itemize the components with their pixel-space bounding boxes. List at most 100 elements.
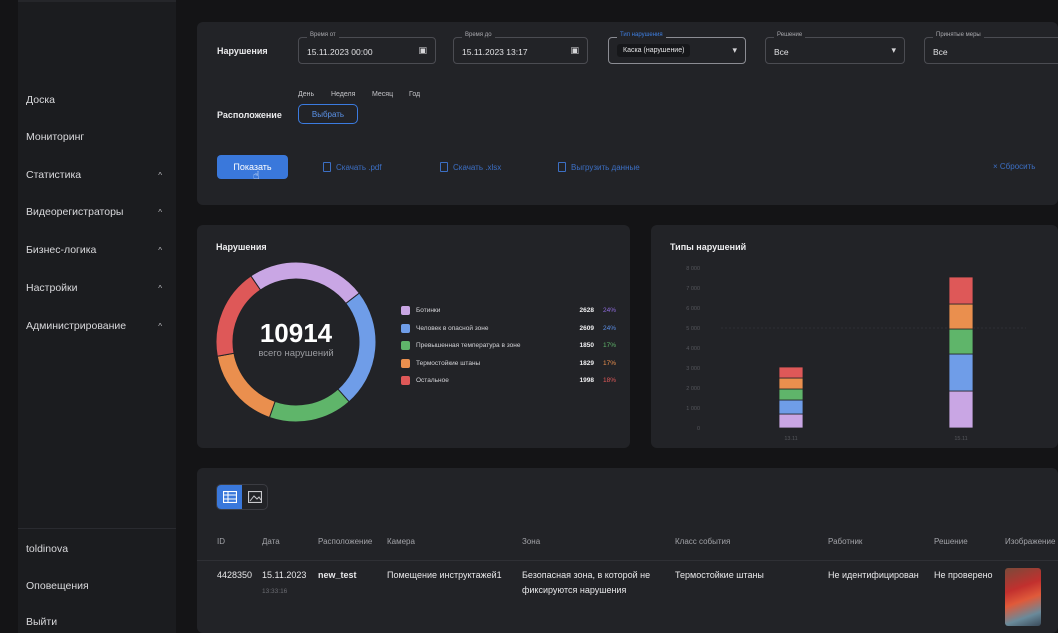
sidebar: Доска Мониторинг Статистика ^ Видеорегис… (18, 0, 176, 633)
bar-segment[interactable] (778, 413, 804, 429)
chevron-up-icon: ^ (158, 321, 162, 331)
decision-legend: Решение (774, 32, 806, 38)
sidebar-item-video-recorders[interactable]: Видеорегистраторы ^ (26, 202, 170, 222)
violations-card-title: Нарушения (216, 242, 267, 252)
cell-zone: Безопасная зона, в которой не фиксируютс… (522, 570, 651, 595)
column-header-date[interactable]: Дата (262, 537, 280, 546)
sidebar-item-monitoring[interactable]: Мониторинг (26, 127, 170, 147)
donut-slice[interactable] (216, 352, 276, 419)
legend-item: Человек в опасной зоне 2609 24% (401, 322, 616, 334)
y-tick-label: 1 000 (686, 406, 700, 412)
events-table-card: ID Дата Расположение Камера Зона Класс с… (197, 468, 1058, 633)
sidebar-item-administration[interactable]: Администрирование ^ (26, 316, 170, 336)
column-header-camera[interactable]: Камера (387, 537, 415, 546)
bar-segment[interactable] (778, 377, 804, 390)
column-header-zone[interactable]: Зона (522, 537, 540, 546)
y-tick-label: 6 000 (686, 306, 700, 312)
chevron-up-icon: ^ (158, 170, 162, 180)
time-to-value: 15.11.2023 13:17 (462, 47, 528, 57)
legend-percent: 18% (602, 376, 616, 384)
gallery-view-button[interactable] (242, 485, 267, 509)
download-xlsx-button[interactable]: Скачать .xlsx (440, 162, 501, 172)
violations-summary-card: Нарушения 10914 всего нарушений Ботинки … (197, 225, 630, 448)
sidebar-item-logout[interactable]: Выйти (26, 612, 170, 632)
decision-select[interactable]: Решение Все ▾ (765, 32, 905, 64)
table-view-button[interactable] (217, 485, 242, 509)
bar-segment[interactable] (778, 366, 804, 379)
bar-segment[interactable] (948, 328, 974, 355)
legend-count: 1850 (579, 341, 594, 349)
x-tick-label: 15.11 (954, 436, 967, 442)
sidebar-item-business-logic[interactable]: Бизнес-логика ^ (26, 240, 170, 260)
quick-range-year[interactable]: Год (409, 91, 420, 98)
bar-segment[interactable] (948, 303, 974, 330)
time-to-field[interactable]: Время до 15.11.2023 13:17 ▣ (453, 32, 588, 64)
image-icon (247, 491, 262, 503)
column-header-id[interactable]: ID (217, 537, 225, 546)
cell-decision: Не проверено (934, 570, 993, 580)
sidebar-item-label: Оповещения (26, 580, 89, 592)
column-header-event-class[interactable]: Класс события (675, 537, 730, 546)
quick-range-month[interactable]: Месяц (372, 91, 393, 98)
bar-segment[interactable] (948, 353, 974, 392)
violation-type-chip[interactable]: Каска (нарушение) (617, 44, 691, 57)
filters-panel: Нарушения Время от 15.11.2023 00:00 ▣ Вр… (197, 22, 1058, 205)
cell-location: new_test (318, 570, 357, 580)
cell-event-class: Термостойкие штаны (675, 570, 764, 580)
column-header-decision[interactable]: Решение (934, 537, 968, 546)
export-data-button[interactable]: Выгрузить данные (558, 162, 640, 172)
calendar-icon[interactable]: ▣ (570, 45, 579, 56)
user-name: toldinova (26, 543, 69, 555)
legend-swatch (401, 340, 410, 350)
sidebar-top-border (18, 0, 176, 2)
legend-swatch (401, 305, 410, 315)
y-tick-label: 4 000 (686, 346, 700, 352)
document-icon (323, 162, 331, 172)
sidebar-item-board[interactable]: Доска (26, 90, 170, 110)
legend-item: Термостойкие штаны 1829 17% (401, 357, 616, 369)
column-header-worker[interactable]: Работник (828, 537, 862, 546)
donut-slice[interactable] (250, 262, 361, 305)
reset-button[interactable]: × Сбросить (993, 162, 1035, 171)
chevron-up-icon: ^ (158, 207, 162, 217)
bar-segment[interactable] (778, 399, 804, 415)
sidebar-item-settings[interactable]: Настройки ^ (26, 278, 170, 298)
download-pdf-button[interactable]: Скачать .pdf (323, 162, 382, 172)
download-xlsx-label: Скачать .xlsx (453, 162, 502, 172)
violation-type-legend: Тип нарушения (617, 32, 666, 38)
x-tick-label: 13.11 (784, 436, 797, 442)
select-location-button[interactable]: Выбрать (298, 104, 358, 124)
quick-range-week[interactable]: Неделя (331, 91, 355, 98)
chevron-up-icon: ^ (158, 283, 162, 293)
bar-segment[interactable] (778, 388, 804, 401)
violation-types-card: Типы нарушений 01 000 2 000 3 000 4 000 5 00… (651, 225, 1058, 448)
time-from-field[interactable]: Время от 15.11.2023 00:00 ▣ (298, 32, 436, 64)
sidebar-user[interactable]: toldinova (26, 539, 170, 559)
document-icon (558, 162, 566, 172)
dropdown-arrow-icon: ▾ (891, 45, 896, 55)
event-image-thumbnail[interactable] (1005, 568, 1041, 626)
calendar-icon[interactable]: ▣ (418, 45, 427, 56)
export-data-label: Выгрузить данные (571, 162, 640, 172)
legend-percent: 24% (602, 324, 616, 332)
donut-slice[interactable] (268, 388, 350, 422)
legend-name: Ботинки (416, 306, 441, 314)
legend-swatch (401, 375, 410, 385)
sidebar-item-statistics[interactable]: Статистика ^ (26, 165, 170, 185)
bar-segment[interactable] (948, 276, 974, 305)
column-header-location[interactable]: Расположение (318, 537, 372, 546)
table-header-divider (197, 560, 1058, 561)
column-header-image[interactable]: Изображение (1005, 537, 1055, 546)
sidebar-divider (18, 528, 176, 529)
sidebar-item-label: Видеорегистраторы (26, 206, 124, 218)
bar-segment[interactable] (948, 390, 974, 429)
sidebar-item-notifications[interactable]: Оповещения (26, 576, 170, 596)
violations-filter-label: Нарушения (217, 46, 268, 56)
measures-select[interactable]: Принятые меры Все (924, 32, 1058, 64)
legend-count: 2609 (579, 324, 594, 332)
legend-name: Остальное (416, 376, 449, 384)
y-tick-label: 3 000 (686, 366, 700, 372)
violation-type-select[interactable]: Тип нарушения Каска (нарушение) ▾ (608, 32, 746, 64)
table-icon (222, 491, 237, 503)
quick-range-day[interactable]: День (298, 91, 314, 98)
